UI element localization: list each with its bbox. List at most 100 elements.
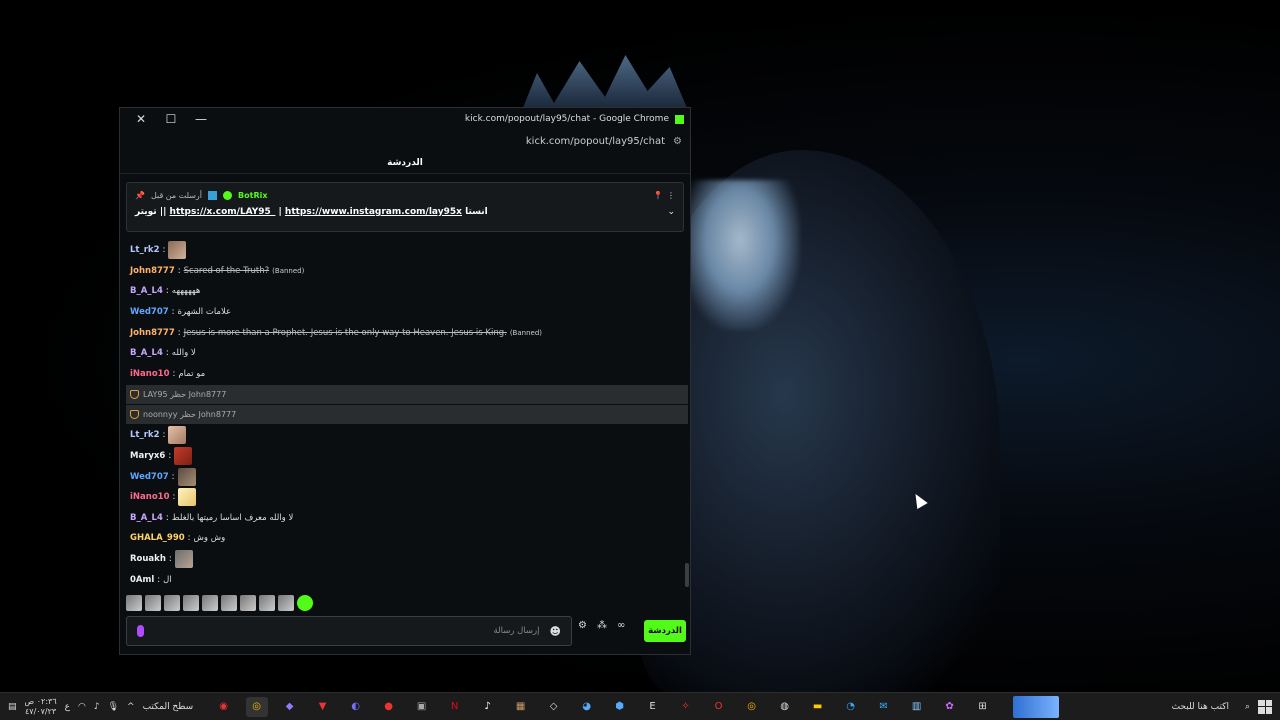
quick-emote[interactable] xyxy=(240,595,256,611)
tray-chevron-icon[interactable]: ^ xyxy=(127,702,135,712)
edge-icon[interactable]: ◔ xyxy=(840,697,862,717)
username[interactable]: Wed707 xyxy=(130,472,169,482)
close-button[interactable]: ✕ xyxy=(126,109,156,129)
app-icon[interactable]: ✧ xyxy=(675,697,697,717)
netflix-icon[interactable]: N xyxy=(444,697,466,717)
pinned-link-x[interactable]: https://x.com/LAY95_ xyxy=(170,207,276,217)
quick-emote[interactable] xyxy=(145,595,161,611)
task-view-icon[interactable]: ⊞ xyxy=(972,697,994,717)
chat-message: GHALA_990: وش وش xyxy=(130,533,226,544)
microphone-icon[interactable] xyxy=(137,625,144,637)
unpin-icon[interactable]: 📍 xyxy=(653,191,663,200)
chrome-icon[interactable]: ◎ xyxy=(741,697,763,717)
quick-emote[interactable] xyxy=(126,595,142,611)
maximize-button[interactable]: ☐ xyxy=(156,109,186,129)
volume-icon[interactable]: ♪ xyxy=(94,702,100,712)
username[interactable]: B_A_L4 xyxy=(130,286,163,296)
tiktok-icon[interactable]: ♪ xyxy=(477,697,499,717)
copilot-icon[interactable]: ✿ xyxy=(939,697,961,717)
username[interactable]: B_A_L4 xyxy=(130,348,163,358)
more-options-icon[interactable]: ⋮ xyxy=(667,191,675,200)
mail-icon[interactable]: ✉ xyxy=(873,697,895,717)
notifications-icon[interactable]: ▤ xyxy=(8,702,17,712)
infinity-icon[interactable]: ∞ xyxy=(617,620,625,631)
chat-scrollbar[interactable] xyxy=(685,563,689,587)
url-text[interactable]: kick.com/popout/lay95/chat xyxy=(526,136,665,147)
quick-emote[interactable] xyxy=(259,595,275,611)
app-icon[interactable]: ⬢ xyxy=(609,697,631,717)
username[interactable]: GHALA_990 xyxy=(130,533,185,543)
taskbar: ▤ ٠٢:٣٦ ص ٤٧/٠٧/٢٣ ع ◠ ♪ 🎙 ^ سطح المكتب … xyxy=(0,692,1280,720)
send-chat-button[interactable]: الدردشة xyxy=(644,620,686,642)
search-highlight-image xyxy=(1012,695,1059,718)
users-icon[interactable]: ⁂ xyxy=(597,620,607,631)
quick-emote[interactable] xyxy=(297,595,313,611)
language-indicator[interactable]: ع xyxy=(65,702,70,712)
mic-tray-icon[interactable]: 🎙 xyxy=(108,702,119,712)
username[interactable]: 0Aml xyxy=(130,575,154,585)
emote xyxy=(178,488,197,507)
chat-message: B_A_L4: ههههههه xyxy=(130,286,201,297)
desktop-label[interactable]: سطح المكتب xyxy=(143,702,194,712)
username[interactable]: John8777 xyxy=(130,328,175,338)
wifi-icon[interactable]: ◠ xyxy=(78,702,86,712)
verified-badge-icon xyxy=(223,190,233,200)
chat-message: Rouakh: xyxy=(130,549,684,570)
chat-message: John8777: Scared of the Truth? (Banned) xyxy=(130,265,305,276)
app-icon[interactable]: ● xyxy=(378,697,400,717)
app-icon[interactable]: ▼ xyxy=(312,697,334,717)
taskbar-search[interactable]: اكتب هنا للبحث ⌕ xyxy=(1012,695,1272,718)
discord-icon[interactable]: ◐ xyxy=(345,697,367,717)
chat-message: 0Aml: ال xyxy=(130,574,172,585)
chrome-icon[interactable]: ◎ xyxy=(245,696,268,717)
expand-chevron-icon[interactable]: ⌄ xyxy=(667,207,675,217)
store-icon[interactable]: ▥ xyxy=(906,697,928,717)
username[interactable]: John8777 xyxy=(130,266,175,276)
emoji-icon[interactable]: ☻ xyxy=(550,625,561,638)
quick-emote[interactable] xyxy=(221,595,237,611)
chat-message: John8777: Jesus is more than a Prophet. J… xyxy=(130,327,542,338)
app-icon[interactable]: ▦ xyxy=(510,697,532,717)
username[interactable]: Wed707 xyxy=(130,307,169,317)
app-icon[interactable]: ◍ xyxy=(774,697,796,717)
username[interactable]: Lt_rk2 xyxy=(130,430,160,440)
epic-games-icon[interactable]: E xyxy=(642,697,664,717)
username[interactable]: iNano10 xyxy=(130,369,169,379)
pinned-link-instagram[interactable]: https://www.instagram.com/lay95x xyxy=(285,207,462,217)
site-settings-icon[interactable]: ⚙ xyxy=(673,136,682,147)
search-icon[interactable]: ⌕ xyxy=(1245,702,1250,712)
windows-start-icon[interactable] xyxy=(1258,699,1272,714)
chat-tools: ⚙ ⁂ ∞ xyxy=(578,620,625,631)
opera-icon[interactable]: O xyxy=(708,697,730,717)
minimize-button[interactable]: — xyxy=(186,109,216,129)
shield-icon xyxy=(130,410,139,420)
app-icon[interactable]: ▣ xyxy=(411,697,433,717)
pinned-text: تويتر || https://x.com/LAY95_ | https://… xyxy=(135,207,488,217)
app-icon[interactable]: ◕ xyxy=(576,697,598,717)
quick-emote[interactable] xyxy=(278,595,294,611)
clock[interactable]: ٠٢:٣٦ ص ٤٧/٠٧/٢٣ xyxy=(25,697,57,717)
emote xyxy=(177,467,196,486)
quick-emote[interactable] xyxy=(183,595,199,611)
kick-logo-icon xyxy=(675,114,684,124)
username[interactable]: Lt_rk2 xyxy=(130,245,160,255)
chat-message: iNano10: xyxy=(130,487,684,508)
roblox-icon[interactable]: ◇ xyxy=(543,697,565,717)
username[interactable]: Rouakh xyxy=(130,554,166,564)
quick-emote[interactable] xyxy=(164,595,180,611)
chrome-popup-window: ✕ ☐ — kick.com/popout/lay95/chat - Googl… xyxy=(119,107,691,655)
file-explorer-icon[interactable]: ▬ xyxy=(807,697,829,717)
chat-input[interactable]: إرسال رسالة ☻ xyxy=(126,616,572,646)
window-title: kick.com/popout/lay95/chat - Google Chro… xyxy=(464,114,669,124)
chat-message: iNano10: مو تمام xyxy=(130,368,206,379)
username[interactable]: Maryx6 xyxy=(130,451,165,461)
quick-emote[interactable] xyxy=(202,595,218,611)
search-placeholder[interactable]: اكتب هنا للبحث xyxy=(1067,702,1237,712)
pinned-user[interactable]: BotRix xyxy=(238,191,267,200)
address-bar[interactable]: kick.com/popout/lay95/chat ⚙ xyxy=(120,130,690,152)
app-icon[interactable]: ◉ xyxy=(213,697,235,717)
app-icon[interactable]: ◆ xyxy=(279,697,301,717)
username[interactable]: iNano10 xyxy=(130,492,169,502)
chat-settings-gear-icon[interactable]: ⚙ xyxy=(578,620,587,631)
username[interactable]: B_A_L4 xyxy=(130,513,163,523)
